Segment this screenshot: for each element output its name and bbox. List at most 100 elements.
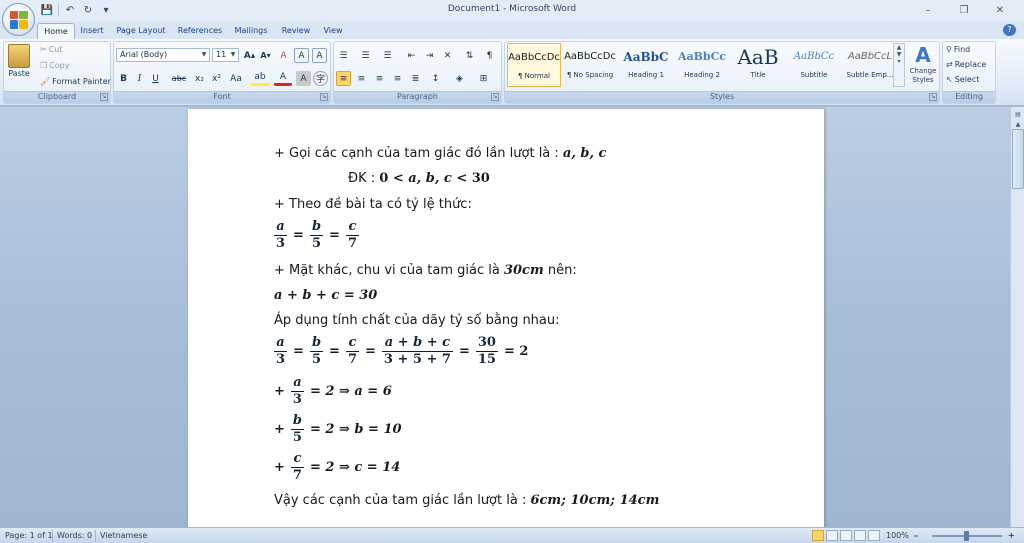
tab-insert[interactable]: Insert	[78, 23, 106, 39]
copy-button[interactable]: ❐ Copy	[40, 61, 69, 70]
format-painter-button[interactable]: 🖌 Format Painter	[40, 77, 111, 86]
character-shading-button[interactable]: A	[296, 71, 311, 86]
zoom-level[interactable]: 100%	[886, 530, 909, 542]
show-marks-icon[interactable]: ¶	[482, 48, 497, 63]
italic-button[interactable]: I	[132, 71, 147, 86]
word-count[interactable]: Words: 0	[57, 530, 92, 542]
clipboard-group: Paste ✂ Cut ❐ Copy 🖌 Format Painter Clip…	[3, 41, 111, 104]
minimize-button[interactable]: –	[910, 2, 946, 18]
tab-review[interactable]: Review	[279, 23, 313, 39]
zoom-slider-thumb[interactable]	[964, 531, 969, 541]
document-page[interactable]: + Gọi các cạnh của tam giác đó lần lượt …	[188, 109, 824, 527]
style-sample: AaBbC	[623, 50, 669, 64]
scroll-thumb[interactable]	[1012, 129, 1024, 189]
align-right-icon[interactable]: ≡	[372, 71, 387, 86]
tab-mailings[interactable]: Mailings	[231, 23, 271, 39]
numerator: a	[276, 219, 285, 234]
bullets-icon[interactable]: ☰	[336, 48, 351, 63]
sort-icon[interactable]: ⇅	[462, 48, 477, 63]
styles-gallery-scroll[interactable]: ▲ ▼ ▾	[893, 43, 905, 87]
tab-home[interactable]: Home	[37, 23, 75, 39]
change-case-button[interactable]: Aa	[226, 71, 246, 86]
equation-result: = 2	[503, 344, 529, 359]
font-name-combo[interactable]: Arial (Body) ▼	[116, 48, 210, 62]
underline-button[interactable]: U	[148, 71, 163, 86]
close-button[interactable]: ✕	[982, 2, 1018, 18]
page-count[interactable]: Page: 1 of 1	[5, 530, 53, 542]
decrease-indent-icon[interactable]: ⇤	[404, 48, 419, 63]
line-spacing-icon[interactable]: ↕	[428, 71, 443, 86]
style-subtle-emphasis[interactable]: AaBbCcL Subtle Emp...	[843, 43, 897, 87]
asian-layout-icon[interactable]: ✕	[440, 48, 455, 63]
language-indicator[interactable]: Vietnamese	[100, 530, 147, 542]
change-styles-button[interactable]: A Change Styles	[907, 43, 939, 85]
vertical-scrollbar[interactable]: ▤ ▲	[1010, 107, 1024, 527]
shrink-font-button[interactable]: A▾	[258, 48, 273, 63]
style-subtitle[interactable]: AaBbCc Subtitle	[787, 43, 841, 87]
align-center-icon[interactable]: ≡	[354, 71, 369, 86]
superscript-button[interactable]: x²	[209, 71, 224, 86]
align-left-icon[interactable]: ≡	[336, 71, 351, 86]
grow-font-button[interactable]: A▴	[242, 48, 257, 63]
subscript-button[interactable]: x₂	[192, 71, 207, 86]
style-heading-2[interactable]: AaBbCc Heading 2	[675, 43, 729, 87]
highlight-button[interactable]: ab	[250, 71, 270, 86]
increase-indent-icon[interactable]: ⇥	[422, 48, 437, 63]
style-normal[interactable]: AaBbCcDc ¶ Normal	[507, 43, 561, 87]
help-icon[interactable]: ?	[1003, 24, 1016, 36]
font-launcher-icon[interactable]: ↘	[320, 93, 328, 101]
find-button[interactable]: ⚲ Find	[946, 45, 970, 54]
style-no-spacing[interactable]: AaBbCcDc ¶ No Spacing	[563, 43, 617, 87]
plus-sign: +	[274, 384, 285, 399]
strikethrough-button[interactable]: abc	[169, 71, 189, 86]
plus-sign: +	[274, 422, 285, 437]
doc-math: a, b, c	[408, 171, 452, 186]
office-button[interactable]	[2, 3, 35, 36]
paragraph-launcher-icon[interactable]: ↘	[491, 93, 499, 101]
character-border-button[interactable]: A	[312, 48, 327, 63]
equals-sign: =	[329, 344, 340, 359]
doc-line-5: a + b + c = 30	[274, 288, 378, 303]
select-button[interactable]: ↖ Select	[946, 75, 979, 84]
tab-page-layout[interactable]: Page Layout	[114, 23, 168, 39]
zoom-in-button[interactable]: +	[1008, 530, 1015, 542]
style-title[interactable]: AaB Title	[731, 43, 785, 87]
paste-button[interactable]: Paste	[8, 44, 30, 78]
print-layout-view-icon[interactable]	[812, 530, 824, 541]
bold-button[interactable]: B	[116, 71, 131, 86]
styles-gallery: AaBbCcDc ¶ Normal AaBbCcDc ¶ No Spacing …	[507, 43, 907, 87]
font-size-combo[interactable]: 11 ▼	[212, 48, 239, 62]
equals-sign: =	[293, 228, 304, 243]
distributed-icon[interactable]: ≣	[408, 71, 423, 86]
tab-view[interactable]: View	[320, 23, 346, 39]
draft-view-icon[interactable]	[868, 530, 880, 541]
text-effect-button[interactable]: A	[294, 48, 309, 63]
style-heading-1[interactable]: AaBbC Heading 1	[619, 43, 673, 87]
replace-button[interactable]: ⇄ Replace	[946, 60, 986, 69]
font-color-button[interactable]: A	[274, 71, 292, 86]
fraction: c7	[345, 219, 359, 252]
clipboard-launcher-icon[interactable]: ↘	[100, 93, 108, 101]
doc-math: a, b, c	[562, 146, 607, 161]
multilevel-list-icon[interactable]: ☰	[380, 48, 395, 63]
numerator: c	[348, 335, 357, 350]
numbering-icon[interactable]: ☰	[358, 48, 373, 63]
denominator: 3	[290, 391, 304, 407]
maximize-button[interactable]: ❐	[946, 2, 982, 18]
cut-button[interactable]: ✂ Cut	[40, 45, 63, 54]
justify-icon[interactable]: ≡	[390, 71, 405, 86]
full-screen-reading-icon[interactable]	[826, 530, 838, 541]
enclose-character-button[interactable]: 字	[313, 71, 328, 86]
outline-view-icon[interactable]	[854, 530, 866, 541]
web-layout-icon[interactable]	[840, 530, 852, 541]
doc-math: 6cm; 10cm; 14cm	[530, 493, 660, 508]
styles-launcher-icon[interactable]: ↘	[929, 93, 937, 101]
format-painter-label: Format Painter	[52, 77, 111, 86]
style-name: ¶ No Spacing	[566, 71, 614, 79]
borders-icon[interactable]: ⊞	[476, 71, 491, 86]
clear-formatting-button[interactable]: A	[276, 48, 291, 63]
tab-references[interactable]: References	[175, 23, 225, 39]
zoom-out-button[interactable]: –	[914, 530, 918, 542]
doc-line-1: + Gọi các cạnh của tam giác đó lần lượt …	[274, 146, 606, 161]
shading-icon[interactable]: ◈	[452, 71, 467, 86]
